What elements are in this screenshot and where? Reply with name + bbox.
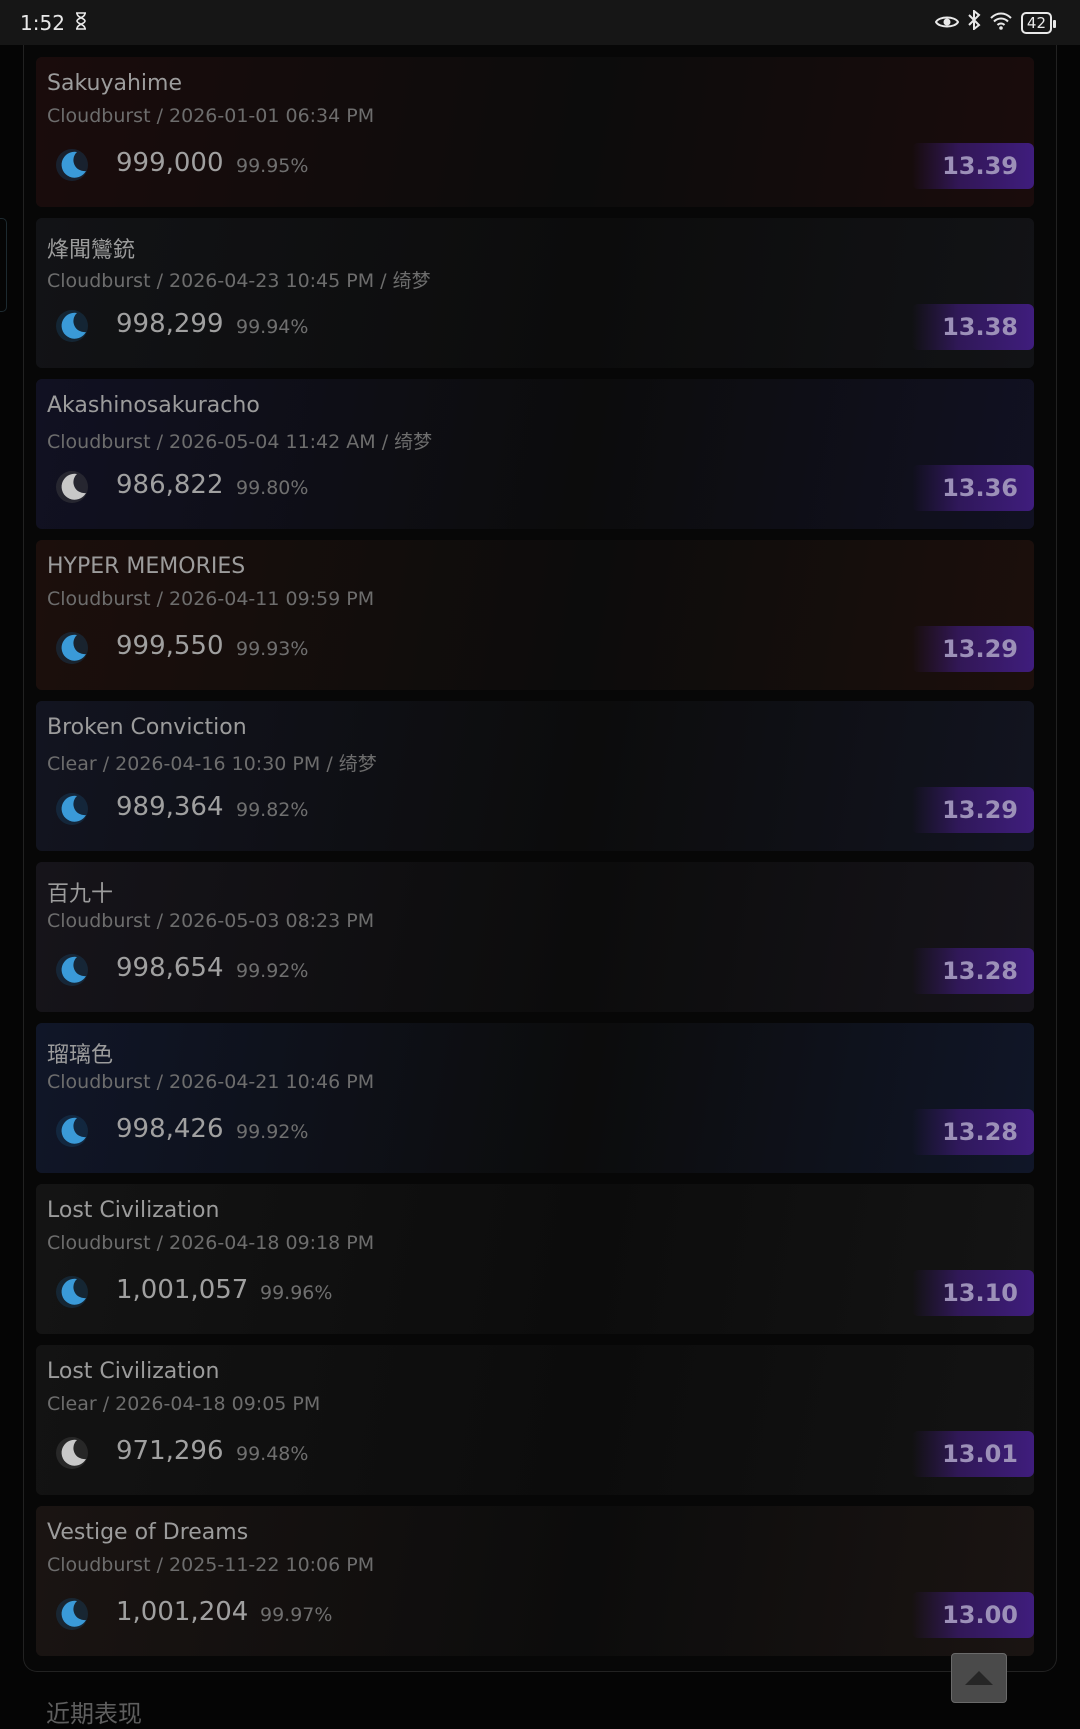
rating-badge: 13.10 (912, 1270, 1034, 1316)
record-card[interactable]: Akashinosakuracho Cloudburst / 2026-05-04… (36, 379, 1034, 529)
battery-indicator: 42 (1020, 11, 1057, 34)
score-value: 998,299 (116, 309, 224, 339)
song-title: Sakuyahime (47, 71, 182, 96)
accuracy-value: 99.92% (236, 1121, 309, 1143)
accuracy-value: 99.97% (260, 1604, 333, 1626)
accuracy-value: 99.48% (236, 1443, 309, 1465)
play-details: Cloudburst / 2026-05-04 11:42 AM / 绮梦 (47, 431, 433, 453)
play-details: Cloudburst / 2026-04-11 09:59 PM (47, 588, 375, 610)
record-jacket-background (36, 1023, 1034, 1173)
rating-badge: 13.00 (912, 1592, 1034, 1638)
score-value: 989,364 (116, 792, 224, 822)
song-title: Akashinosakuracho (47, 393, 260, 418)
play-details: Clear / 2026-04-18 09:05 PM (47, 1393, 321, 1415)
score-value: 1,001,057 (116, 1275, 249, 1305)
record-list: Sakuyahime Cloudburst / 2026-01-01 06:34 … (36, 57, 1034, 1667)
play-details: Cloudburst / 2026-04-21 10:46 PM (47, 1071, 375, 1093)
moon-icon-white (53, 468, 91, 506)
record-jacket-background (36, 57, 1034, 207)
rating-badge: 13.01 (912, 1431, 1034, 1477)
song-title: HYPER MEMORIES (47, 554, 246, 579)
record-card[interactable]: HYPER MEMORIES Cloudburst / 2026-04-11 09… (36, 540, 1034, 690)
record-card[interactable]: 烽聞鸞銃 Cloudburst / 2026-04-23 10:45 PM / 绮… (36, 218, 1034, 368)
moon-icon-blue (53, 629, 91, 667)
accuracy-value: 99.93% (236, 638, 309, 660)
record-card[interactable]: 瑠璃色 Cloudburst / 2026-04-21 10:46 PM 998,4… (36, 1023, 1034, 1173)
play-details: Cloudburst / 2026-04-23 10:45 PM / 绮梦 (47, 270, 431, 292)
record-card[interactable]: Vestige of Dreams Cloudburst / 2025-11-22… (36, 1506, 1034, 1656)
play-details: Cloudburst / 2026-01-01 06:34 PM (47, 105, 375, 127)
record-card[interactable]: Broken Conviction Clear / 2026-04-16 10:3… (36, 701, 1034, 851)
bluetooth-icon (967, 8, 981, 35)
moon-icon-blue (53, 146, 91, 184)
accuracy-value: 99.82% (236, 799, 309, 821)
moon-icon-blue (53, 1595, 91, 1633)
status-bar: 1:52 42 (0, 0, 1080, 45)
rating-badge: 13.29 (912, 626, 1034, 672)
rating-badge: 13.38 (912, 304, 1034, 350)
score-value: 999,000 (116, 148, 224, 178)
moon-icon-blue (53, 1112, 91, 1150)
song-title: 百九十 (47, 882, 114, 907)
play-details: Cloudburst / 2026-05-03 08:23 PM (47, 910, 375, 932)
song-title: Vestige of Dreams (47, 1520, 249, 1545)
play-details: Cloudburst / 2026-04-18 09:18 PM (47, 1232, 375, 1254)
side-drawer-handle[interactable] (0, 218, 7, 312)
score-value: 999,550 (116, 631, 224, 661)
song-title: 烽聞鸞銃 (47, 238, 136, 263)
record-card[interactable]: Lost Civilization Cloudburst / 2026-04-18… (36, 1184, 1034, 1334)
record-jacket-background (36, 862, 1034, 1012)
song-title: Lost Civilization (47, 1359, 220, 1384)
accuracy-value: 99.95% (236, 155, 309, 177)
score-value: 971,296 (116, 1436, 224, 1466)
hourglass-icon (75, 11, 87, 35)
accuracy-value: 99.80% (236, 477, 309, 499)
play-details: Cloudburst / 2025-11-22 10:06 PM (47, 1554, 375, 1576)
wifi-icon (989, 11, 1013, 35)
rating-badge: 13.36 (912, 465, 1034, 511)
record-card[interactable]: 百九十 Cloudburst / 2026-05-03 08:23 PM 998,6… (36, 862, 1034, 1012)
eye-icon (934, 11, 960, 35)
moon-icon-blue (53, 951, 91, 989)
accuracy-value: 99.92% (236, 960, 309, 982)
moon-icon-white (53, 1434, 91, 1472)
record-card[interactable]: Sakuyahime Cloudburst / 2026-01-01 06:34 … (36, 57, 1034, 207)
arrow-up-icon (965, 1671, 993, 1685)
moon-icon-blue (53, 1273, 91, 1311)
song-title: Broken Conviction (47, 715, 247, 740)
score-value: 998,654 (116, 953, 224, 983)
accuracy-value: 99.94% (236, 316, 309, 338)
rating-badge: 13.39 (912, 143, 1034, 189)
rating-badge: 13.28 (912, 1109, 1034, 1155)
rating-badge: 13.29 (912, 787, 1034, 833)
moon-icon-blue (53, 307, 91, 345)
song-title: Lost Civilization (47, 1198, 220, 1223)
score-value: 1,001,204 (116, 1597, 249, 1627)
rating-badge: 13.28 (912, 948, 1034, 994)
moon-icon-blue (53, 790, 91, 828)
clock: 1:52 (20, 10, 65, 35)
record-card[interactable]: Lost Civilization Clear / 2026-04-18 09:0… (36, 1345, 1034, 1495)
score-value: 998,426 (116, 1114, 224, 1144)
score-value: 986,822 (116, 470, 224, 500)
scroll-to-top-button[interactable] (951, 1653, 1007, 1703)
song-title: 瑠璃色 (47, 1043, 114, 1068)
record-jacket-background (36, 218, 1034, 368)
section-title-recent: 近期表现 (46, 1700, 142, 1728)
play-details: Clear / 2026-04-16 10:30 PM / 绮梦 (47, 753, 377, 775)
accuracy-value: 99.96% (260, 1282, 333, 1304)
